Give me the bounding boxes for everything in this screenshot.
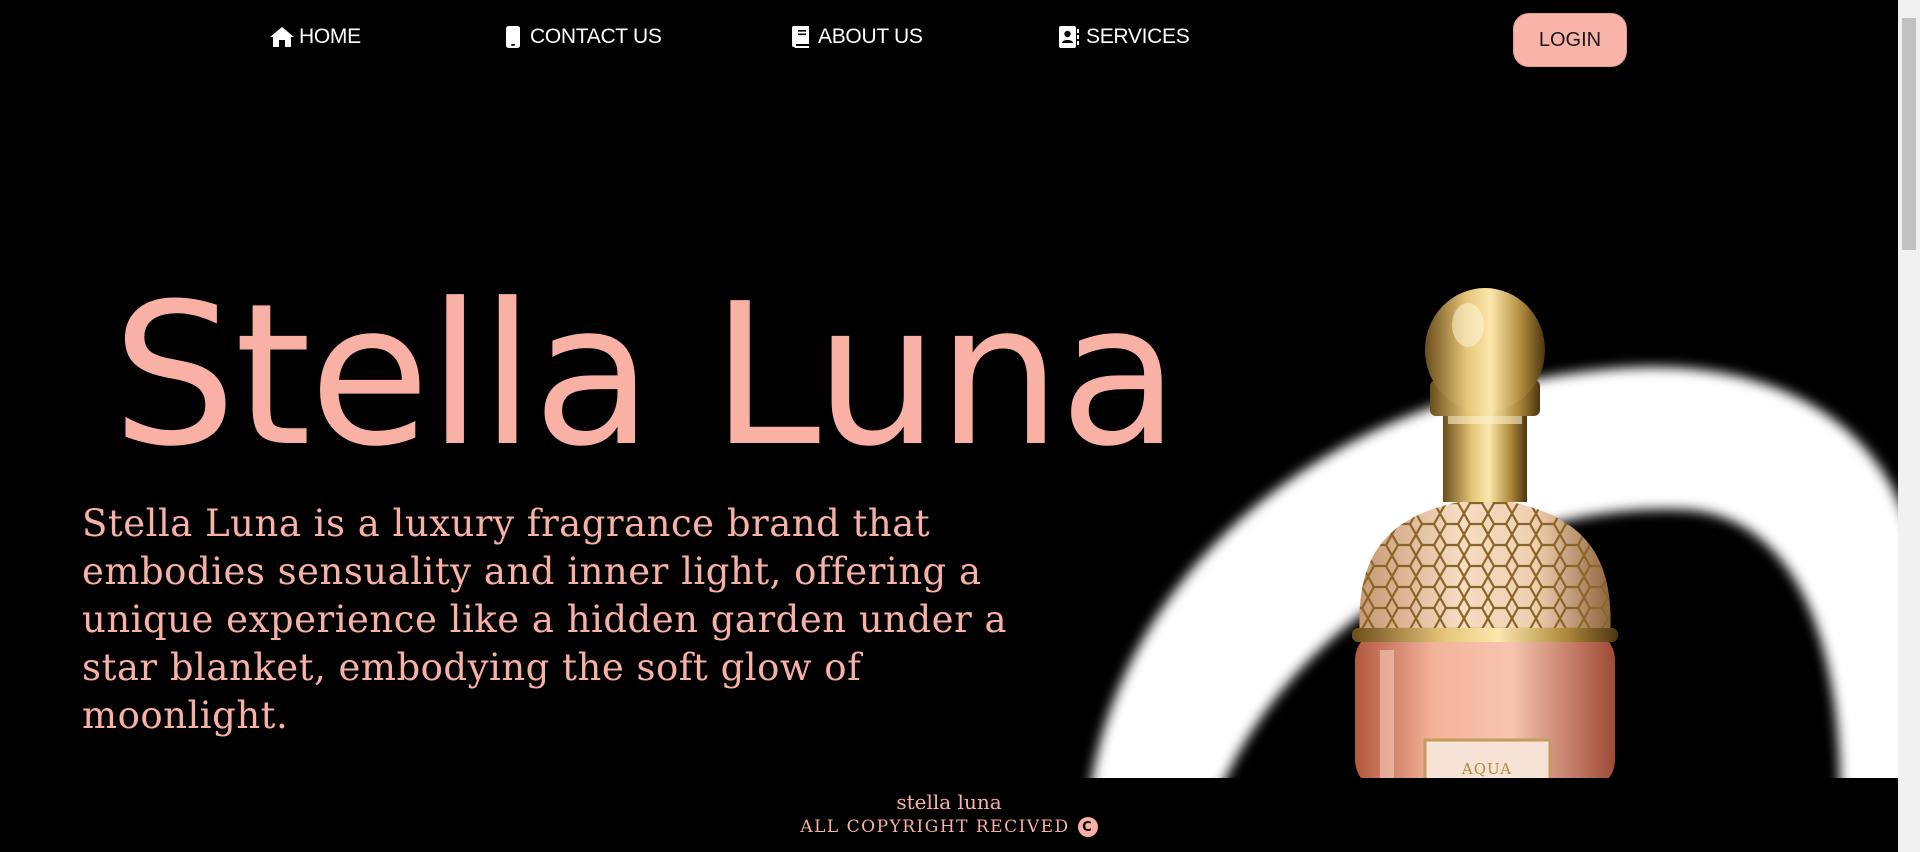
home-icon [269,24,295,50]
bottle-label-text: AQUA [1461,760,1512,778]
nav-services-link[interactable]: SERVICES [1056,24,1190,50]
hero-title: Stella Luna [112,262,1179,490]
footer-brand: stella luna [896,790,1002,814]
perfume-bottle-image: AQUA [1080,230,1900,778]
scrollbar-thumb[interactable] [1902,18,1916,250]
address-book-icon [1056,24,1082,50]
nav-about-link[interactable]: ABOUT US [788,24,923,50]
copyright-icon: C [1077,817,1098,837]
footer: stella luna ALL COPYRIGHT RECIVED C [0,778,1898,852]
hero-description: Stella Luna is a luxury fragrance brand … [82,502,1008,737]
nav-home-label: HOME [299,25,361,48]
footer-copyright-text: ALL COPYRIGHT RECIVED [800,817,1070,837]
nav-contact-label: CONTACT US [530,25,662,48]
book-icon [788,24,814,50]
footer-copyright: ALL COPYRIGHT RECIVED C [0,817,1898,837]
phone-icon [500,24,526,50]
top-navigation: HOME CONTACT US ABOUT US SERVICES LOGIN [0,0,1898,80]
nav-home-link[interactable]: HOME [269,24,361,50]
nav-contact-link[interactable]: CONTACT US [500,24,662,50]
page: HOME CONTACT US ABOUT US SERVICES LOGIN … [0,0,1920,852]
login-button[interactable]: LOGIN [1513,13,1627,67]
nav-services-label: SERVICES [1086,25,1190,48]
page-scrollbar[interactable] [1898,0,1920,852]
nav-about-label: ABOUT US [818,25,923,48]
